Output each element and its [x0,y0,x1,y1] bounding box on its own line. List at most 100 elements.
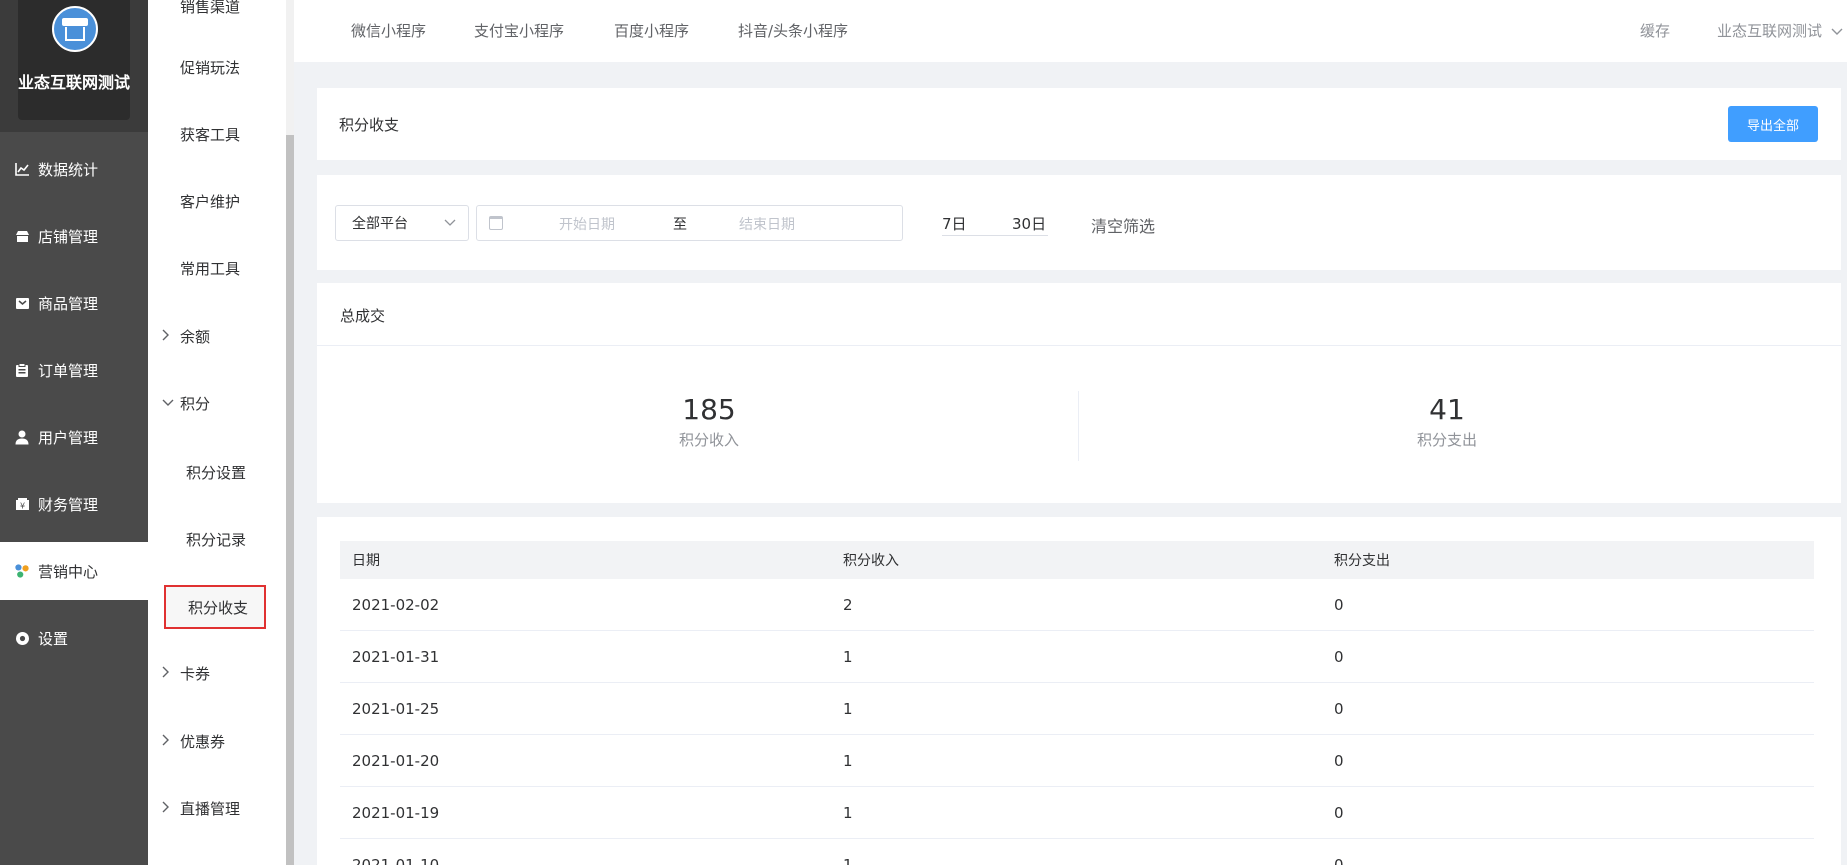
cell-expense: 0 [1334,647,1344,666]
cell-date: 2021-01-10 [352,855,440,865]
cell-expense: 0 [1334,595,1344,614]
subnav-label: 常用工具 [180,259,241,278]
date-range-picker[interactable]: 开始日期 至 结束日期 [476,205,903,241]
nav-goods-management[interactable]: 商品管理 [0,274,148,332]
nav-data-stats[interactable]: 数据统计 [0,140,148,198]
primary-sidebar: 业态互联网测试 数据统计 店铺管理 商品管理 订单管理 用户管理 ¥ 财务管理 … [0,0,148,865]
subnav-label: 余额 [180,327,211,346]
subnav-points-records[interactable]: 积分记录 [148,519,286,559]
tab-douyin-miniprogram[interactable]: 抖音/头条小程序 [738,20,848,41]
subnav-points-income-expense[interactable]: 积分收支 [164,585,266,629]
sidebar-scrollbar[interactable] [286,0,294,865]
platform-select[interactable]: 全部平台 [335,205,469,241]
svg-text:¥: ¥ [19,502,24,511]
cell-date: 2021-01-19 [352,803,440,822]
clipboard-icon [14,362,30,378]
subnav-points[interactable]: 积分 [148,383,286,423]
nav-label: 财务管理 [38,495,99,514]
cell-income: 2 [843,595,853,614]
table-row: 2021-02-02 2 0 [340,579,1814,631]
cell-income: 1 [843,751,853,770]
user-icon [14,429,30,445]
nav-finance-management[interactable]: ¥ 财务管理 [0,475,148,533]
range-separator: 至 [673,217,687,233]
table-row: 2021-01-19 1 0 [340,787,1814,839]
subnav-label: 直播管理 [180,799,241,818]
subnav-live-streaming[interactable]: 直播管理 [148,788,286,828]
expense-stat: 41 积分支出 [1247,393,1647,450]
header-income: 积分收入 [843,553,899,569]
subnav-label: 销售渠道 [180,0,241,16]
finance-icon: ¥ [14,496,30,512]
tab-wechat-miniprogram[interactable]: 微信小程序 [351,20,426,41]
expense-value: 41 [1429,393,1465,426]
page-header-card: 积分收支 导出全部 [317,88,1841,160]
goods-box-icon [14,295,30,311]
cell-date: 2021-01-31 [352,647,440,666]
account-name: 业态互联网测试 [1717,22,1823,40]
subnav-label: 积分设置 [186,463,247,482]
subnav-label: 客户维护 [180,192,241,211]
cell-income: 1 [843,855,853,865]
summary-card: 总成交 185 积分收入 41 积分支出 [317,283,1841,503]
subnav-sales-channel[interactable]: 销售渠道 [148,0,286,26]
subnav-card-coupons[interactable]: 卡券 [148,653,286,693]
cell-expense: 0 [1334,699,1344,718]
cell-expense: 0 [1334,751,1344,770]
account-menu[interactable]: 业态互联网测试 [1717,20,1843,41]
nav-order-management[interactable]: 订单管理 [0,341,148,399]
nav-store-management[interactable]: 店铺管理 [0,207,148,265]
subnav-customer-maintenance[interactable]: 客户维护 [148,181,286,221]
chevron-down-icon [162,396,174,410]
expense-label: 积分支出 [1416,431,1477,449]
tab-alipay-miniprogram[interactable]: 支付宝小程序 [474,20,564,41]
scrollbar-thumb[interactable] [286,135,294,865]
nav-label: 数据统计 [38,160,99,179]
subnav-points-settings[interactable]: 积分设置 [148,452,286,492]
table-row: 2021-01-31 1 0 [340,631,1814,683]
nav-settings[interactable]: 设置 [0,609,148,667]
calendar-icon [489,216,503,230]
cell-income: 1 [843,699,853,718]
subnav-customer-acquisition[interactable]: 获客工具 [148,114,286,154]
end-date-input[interactable]: 结束日期 [739,214,795,234]
table-header: 日期 积分收入 积分支出 [340,541,1814,579]
chevron-down-icon [1831,22,1843,40]
cell-expense: 0 [1334,803,1344,822]
start-date-input[interactable]: 开始日期 [559,214,615,234]
subnav-label: 积分收支 [188,598,249,617]
brand-name: 业态互联网测试 [18,73,131,92]
export-all-button[interactable]: 导出全部 [1728,106,1818,142]
table-row: 2021-01-25 1 0 [340,683,1814,735]
cell-date: 2021-01-25 [352,699,440,718]
subnav-label: 获客工具 [180,125,241,144]
records-table: 日期 积分收入 积分支出 2021-02-02 2 0 2021-01-31 1… [340,541,1814,865]
subnav-common-tools[interactable]: 常用工具 [148,248,286,288]
subnav-promotions[interactable]: 促销玩法 [148,47,286,87]
chart-line-icon [14,161,30,177]
cell-income: 1 [843,647,853,666]
store-icon [14,228,30,244]
tab-baidu-miniprogram[interactable]: 百度小程序 [614,20,689,41]
cell-expense: 0 [1334,855,1344,865]
summary-title: 总成交 [340,307,386,325]
table-row: 2021-01-20 1 0 [340,735,1814,787]
chevron-right-icon [162,666,170,681]
brand-area: 业态互联网测试 [0,0,148,132]
cell-income: 1 [843,803,853,822]
subnav-label: 积分 [180,394,211,413]
subnav-balance[interactable]: 余额 [148,316,286,356]
marketing-icon [14,563,30,579]
nav-label: 订单管理 [38,361,99,380]
cache-link[interactable]: 缓存 [1640,20,1670,41]
nav-user-management[interactable]: 用户管理 [0,408,148,466]
chevron-down-icon [444,214,456,235]
cell-date: 2021-02-02 [352,595,440,614]
stat-divider [1078,391,1079,461]
income-value: 185 [682,393,736,426]
clear-filters-button[interactable]: 清空筛选 [1091,213,1155,237]
subnav-discount-coupons[interactable]: 优惠券 [148,721,286,761]
nav-marketing-center[interactable]: 营销中心 [0,542,148,600]
nav-label: 店铺管理 [38,227,99,246]
nav-label: 商品管理 [38,294,99,313]
